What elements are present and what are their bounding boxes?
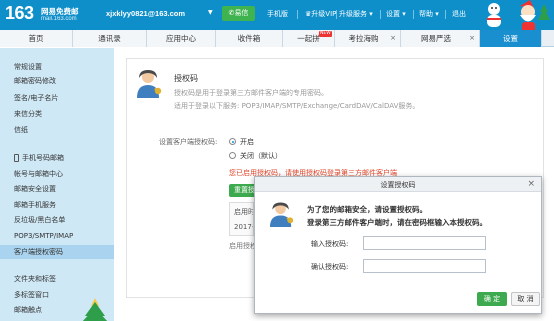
tab-label: 首页 xyxy=(28,34,44,43)
tab-label: 通讯录 xyxy=(98,34,121,43)
settings-link-label: 设置 xyxy=(386,10,400,18)
divider xyxy=(336,10,337,19)
confirm-auth-code-label: 确认授权码: xyxy=(311,263,349,271)
sidebar-item-folders[interactable]: 文件夹和标签 xyxy=(14,274,56,284)
sidebar-item-stationery[interactable]: 信纸 xyxy=(14,125,28,135)
logo-number: 163 xyxy=(5,3,34,23)
divider xyxy=(380,10,381,19)
page-description: 授权码是用于登录第三方邮件客户端的专用密码。 xyxy=(174,89,328,97)
auth-code-field-label: 设置客户端授权码: xyxy=(159,138,218,146)
vip-link-label: 升级VIP xyxy=(311,10,337,18)
logout-link[interactable]: 退出 xyxy=(452,9,466,19)
dialog-message-1: 为了您的邮箱安全，请设置授权码。 xyxy=(307,205,427,214)
chevron-down-icon[interactable]: ▼ xyxy=(208,9,213,16)
dialog-message-2: 登录第三方邮件客户端时，请在密码框输入本授权码。 xyxy=(307,218,487,227)
sidebar-item-antispam[interactable]: 反垃圾/黑白名单 xyxy=(14,215,65,225)
mobile-link[interactable]: 手机版 xyxy=(267,9,288,19)
help-link-label: 帮助 xyxy=(419,10,433,18)
page-description-services: 适用于登录以下服务: POP3/IMAP/SMTP/Exchange/CardD… xyxy=(174,102,420,110)
divider xyxy=(445,10,446,19)
tab-label: 一起拼 xyxy=(297,34,320,43)
user-key-icon xyxy=(269,202,294,228)
nav-tabs: 首页 通讯录 应用中心 收件箱 一起拼 NEW 考拉海购 × 网易严选 × 设置 xyxy=(0,30,554,47)
upgrade-service-link[interactable]: 升级服务 ▾ xyxy=(339,9,373,19)
logo-domain: mail.163.com xyxy=(41,16,77,22)
top-bar: 163 网易免费邮 mail.163.com xjxklyy0821@163.c… xyxy=(0,0,554,34)
tab-label: 网易严选 xyxy=(421,34,451,43)
user-email[interactable]: xjxklyy0821@163.com xyxy=(106,9,185,18)
sidebar-item-signature[interactable]: 签名/电子名片 xyxy=(14,93,58,103)
sidebar-item-client-auth[interactable]: 客户端授权密码 xyxy=(0,245,114,259)
tab-group-buy[interactable]: 一起拼 NEW xyxy=(283,30,335,47)
table-header: 启用时间 xyxy=(234,208,253,216)
phone-icon xyxy=(14,154,19,162)
help-link[interactable]: 帮助 ▾ xyxy=(419,9,439,19)
tab-home[interactable]: 首页 xyxy=(0,30,73,47)
tab-inbox[interactable]: 收件箱 xyxy=(216,30,283,47)
radio-enable-label[interactable]: 开启 xyxy=(240,137,254,147)
yixin-label: 易信 xyxy=(234,9,249,17)
radio-enable[interactable] xyxy=(229,138,236,145)
sidebar-item-mobile-service[interactable]: 邮箱手机服务 xyxy=(14,200,56,210)
auth-code-input[interactable] xyxy=(363,236,486,250)
close-icon[interactable]: × xyxy=(469,30,475,47)
radio-disable-label[interactable]: 关闭（默认） xyxy=(240,151,282,161)
settings-link[interactable]: 设置 ▾ xyxy=(386,9,406,19)
close-icon[interactable]: × xyxy=(390,30,396,47)
sidebar-item-touchpoint[interactable]: 邮箱触点 xyxy=(14,305,42,315)
logo[interactable]: 163 网易免费邮 mail.163.com xyxy=(5,3,91,27)
set-auth-code-dialog: 设置授权码 × 为了您的邮箱安全，请设置授权码。 登录第三方邮件客户端时，请在密… xyxy=(254,176,542,314)
dialog-title: 设置授权码 xyxy=(380,181,416,189)
tab-label: 应用中心 xyxy=(166,34,196,43)
sidebar-item-filters[interactable]: 来信分类 xyxy=(14,109,42,119)
page-title: 授权码 xyxy=(174,74,198,83)
tab-app-center[interactable]: 应用中心 xyxy=(147,30,216,47)
upgrade-service-label: 升级服务 xyxy=(339,10,367,18)
new-badge: NEW xyxy=(319,31,332,37)
sidebar-item-security[interactable]: 邮箱安全设置 xyxy=(14,184,56,194)
christmas-tree-icon xyxy=(82,298,108,321)
yixin-button[interactable]: ✆易信 xyxy=(222,6,255,21)
input-auth-code-label: 输入授权码: xyxy=(311,240,349,248)
sidebar-item-multi-tab[interactable]: 多标签窗口 xyxy=(14,290,49,300)
user-key-icon xyxy=(137,70,162,98)
tab-label: 收件箱 xyxy=(237,34,261,43)
sidebar-item-general[interactable]: 常规设置 xyxy=(14,62,42,72)
sidebar-item-pop3[interactable]: POP3/SMTP/IMAP xyxy=(14,231,73,241)
chevron-down-icon: ▾ xyxy=(400,10,406,18)
confirm-auth-code-input[interactable] xyxy=(363,259,486,273)
vip-link[interactable]: ♛升级VIP xyxy=(305,9,336,19)
sidebar-item-phone-mailbox[interactable]: 手机号码邮箱 xyxy=(22,153,64,163)
chevron-down-icon: ▾ xyxy=(367,10,373,18)
tab-yanxuan[interactable]: 网易严选 × xyxy=(401,30,480,47)
divider xyxy=(297,10,298,19)
sidebar-item-password[interactable]: 邮箱密码修改 xyxy=(14,76,56,86)
confirm-button[interactable]: 确 定 xyxy=(477,292,507,306)
tab-label: 考拉海购 xyxy=(348,34,379,43)
tab-settings[interactable]: 设置 xyxy=(480,30,542,47)
table-cell: 2017- xyxy=(234,223,254,231)
tab-label: 设置 xyxy=(503,34,518,43)
cancel-button[interactable]: 取 消 xyxy=(511,292,540,306)
chevron-down-icon: ▾ xyxy=(433,10,439,18)
sidebar-item-account-center[interactable]: 帐号与邮箱中心 xyxy=(14,169,63,179)
tab-kaola[interactable]: 考拉海购 × xyxy=(335,30,401,47)
tab-contacts[interactable]: 通讯录 xyxy=(73,30,147,47)
dialog-header: 设置授权码 × xyxy=(255,177,541,192)
settings-sidebar: 常规设置 邮箱密码修改 签名/电子名片 来信分类 信纸 手机号码邮箱 帐号与邮箱… xyxy=(0,48,114,321)
close-icon[interactable]: × xyxy=(527,179,535,189)
radio-disable[interactable] xyxy=(229,152,236,159)
auth-code-table: 启用时间 2017- xyxy=(229,202,254,236)
divider xyxy=(413,10,414,19)
